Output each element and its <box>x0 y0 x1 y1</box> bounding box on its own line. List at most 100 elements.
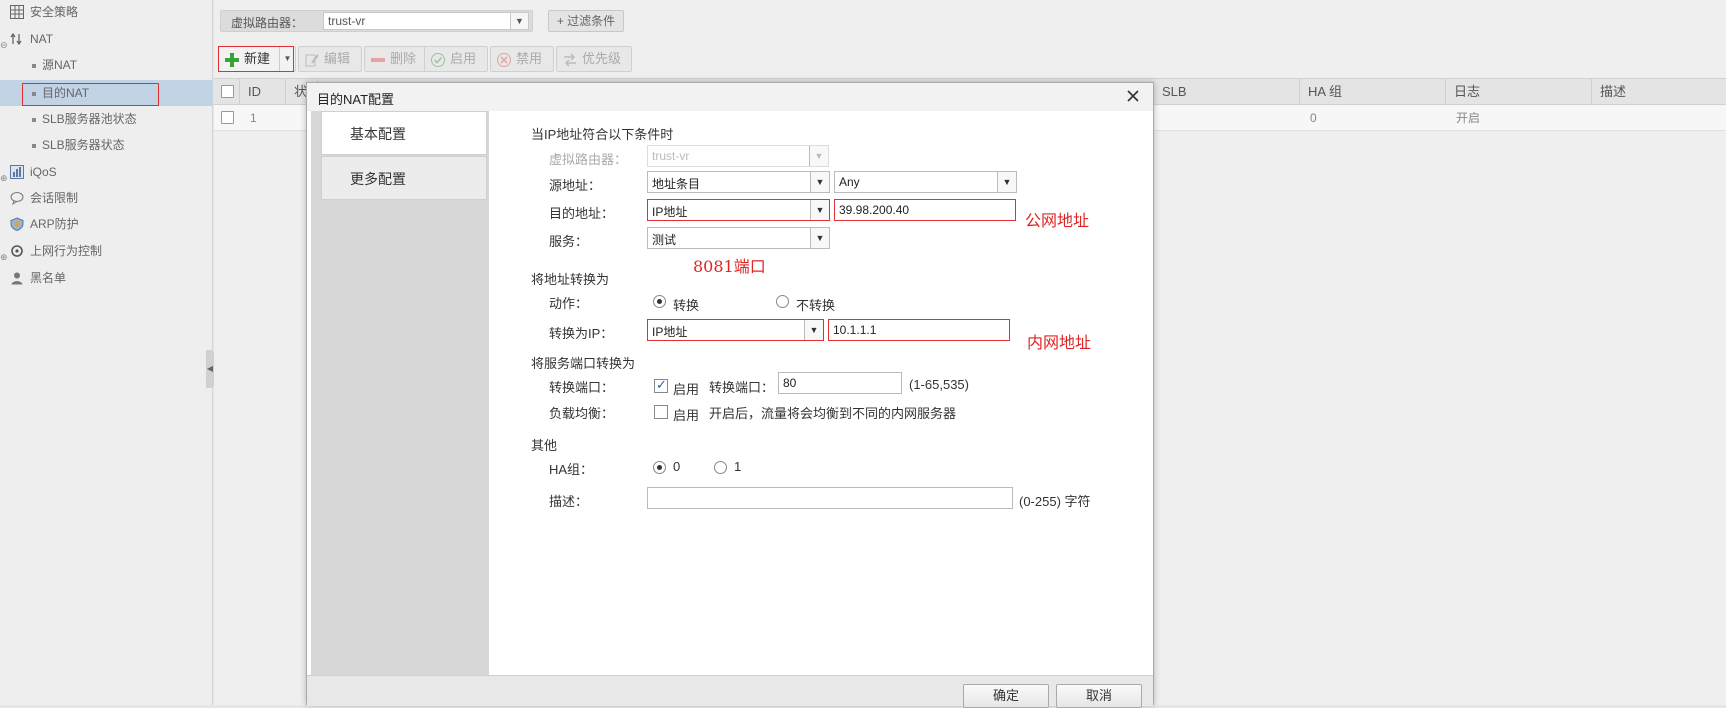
sidebar-item-label: 上网行为控制 <box>30 244 103 258</box>
select-all-cell <box>214 79 240 105</box>
sidebar: 安全策略 ⊖ NAT 源NAT 目的NAT SLB服务器池状态 SLB服务器状态… <box>0 0 213 705</box>
translate-ip-label: 转换为IP： <box>549 326 614 341</box>
column-header[interactable]: SLB <box>1154 79 1300 105</box>
sidebar-item-behavior-control[interactable]: ⊕ 上网行为控制 <box>0 239 213 263</box>
dest-address-input[interactable]: 39.98.200.40 <box>834 199 1016 221</box>
dnat-config-dialog: 目的NAT配置 基本配置 更多配置 当IP地址符合以下条件时 虚拟路由器： tr… <box>306 82 1154 708</box>
column-header[interactable]: ID <box>240 79 286 105</box>
dest-address-label: 目的地址： <box>549 206 615 221</box>
sidebar-item-blacklist[interactable]: 黑名单 <box>0 266 213 290</box>
ha-group-1-label: 1 <box>734 459 742 474</box>
chevron-down-icon[interactable]: ▼ <box>809 146 828 166</box>
sidebar-item-security-policy[interactable]: 安全策略 <box>0 0 213 24</box>
action-no-translate-radio[interactable] <box>776 295 789 308</box>
select-all-checkbox[interactable] <box>221 85 234 98</box>
sidebar-item-slb-server-status[interactable]: SLB服务器状态 <box>0 133 213 157</box>
filter-bar: 虚拟路由器： trust-vr ▼ + 过滤条件 <box>214 6 1726 36</box>
column-header[interactable]: HA 组 <box>1300 79 1446 105</box>
action-translate-radio[interactable] <box>653 295 666 308</box>
port-translate-label: 转换端口： <box>549 380 615 395</box>
close-icon[interactable] <box>1123 86 1143 106</box>
chevron-down-icon[interactable]: ▼ <box>810 228 829 248</box>
virtual-router-select[interactable]: trust-vr ▼ <box>323 12 529 30</box>
source-value: Any <box>839 175 860 189</box>
ok-button[interactable]: 确定 <box>963 684 1049 708</box>
row-log: 开启 <box>1456 111 1481 125</box>
chevron-down-icon[interactable]: ▼ <box>510 13 528 29</box>
sidebar-item-snat[interactable]: 源NAT <box>0 53 213 77</box>
sidebar-item-label: 会话限制 <box>30 191 79 205</box>
disable-button[interactable]: 禁用 <box>490 46 554 72</box>
action-label: 动作： <box>549 296 589 311</box>
enable-button[interactable]: 启用 <box>424 46 488 72</box>
tab-basic-config[interactable]: 基本配置 <box>321 111 487 155</box>
port-enable-checkbox[interactable] <box>654 377 668 393</box>
check-circle-icon <box>431 53 445 67</box>
source-type-select[interactable]: 地址条目 ▼ <box>647 171 830 193</box>
virtual-router-filter: 虚拟路由器： trust-vr ▼ <box>220 10 533 32</box>
collapse-handle[interactable]: ◀ <box>206 350 214 388</box>
dialog-tab-panel: 基本配置 更多配置 <box>311 111 489 675</box>
column-header[interactable]: 描述 <box>1592 79 1726 105</box>
lb-label: 负载均衡： <box>549 406 615 421</box>
toolbar: 新建 ▼ 编辑 删除 启用 禁用 优先级 <box>214 46 1726 72</box>
add-filter-button[interactable]: + 过滤条件 <box>548 10 624 32</box>
sidebar-item-label: NAT <box>30 32 54 46</box>
lb-enable-checkbox[interactable] <box>654 405 668 419</box>
row-id: 1 <box>250 111 257 125</box>
dialog-title: 目的NAT配置 <box>317 92 395 107</box>
sidebar-item-label: 黑名单 <box>30 271 67 285</box>
virtual-router-label: 虚拟路由器： <box>549 152 628 167</box>
ha-group-label: HA组： <box>549 462 594 477</box>
dialog-titlebar[interactable]: 目的NAT配置 <box>307 83 1153 111</box>
description-input[interactable] <box>647 487 1013 509</box>
port-enable-label: 启用 <box>673 382 700 397</box>
chevron-down-icon[interactable]: ▼ <box>804 320 823 340</box>
port-input[interactable]: 80 <box>778 372 902 394</box>
sidebar-item-label: SLB服务器状态 <box>42 138 125 152</box>
section-port-title: 将服务端口转换为 <box>531 356 636 371</box>
sidebar-item-slb-pool-status[interactable]: SLB服务器池状态 <box>0 107 213 131</box>
section-other-title: 其他 <box>531 438 558 453</box>
section-match-title: 当IP地址符合以下条件时 <box>531 127 674 142</box>
column-header[interactable]: 日志 <box>1446 79 1592 105</box>
sidebar-item-session-limit[interactable]: 会话限制 <box>0 186 213 210</box>
chevron-down-icon[interactable]: ▼ <box>997 172 1016 192</box>
service-select[interactable]: 测试 ▼ <box>647 227 830 249</box>
description-hint: (0-255) 字符 <box>1019 494 1091 509</box>
sidebar-item-nat[interactable]: ⊖ NAT <box>0 27 213 51</box>
section-translate-title: 将地址转换为 <box>531 272 610 287</box>
priority-label: 优先级 <box>582 51 622 66</box>
priority-icon <box>564 53 576 67</box>
tab-more-config[interactable]: 更多配置 <box>321 156 487 200</box>
sidebar-item-iqos[interactable]: ⊕ iQoS <box>0 160 213 184</box>
translate-ip-type-select[interactable]: IP地址 ▼ <box>647 319 824 341</box>
virtual-router-select[interactable]: trust-vr ▼ <box>647 145 829 167</box>
cancel-button[interactable]: 取消 <box>1056 684 1142 708</box>
source-address-label: 源地址： <box>549 178 602 193</box>
nat-icon <box>10 32 22 46</box>
annotation-port-8081: 8081端口 <box>693 257 766 276</box>
action-translate-label: 转换 <box>673 298 700 313</box>
row-checkbox[interactable] <box>221 111 234 124</box>
sidebar-item-label: SLB服务器池状态 <box>42 112 137 126</box>
virtual-router-value: trust-vr <box>652 149 690 163</box>
cancel-circle-icon <box>497 53 511 67</box>
priority-button[interactable]: 优先级 <box>556 46 632 72</box>
bullet-icon <box>32 118 36 122</box>
sidebar-item-arp-protection[interactable]: ARP防护 <box>0 212 213 236</box>
chevron-down-icon[interactable]: ▼ <box>810 200 829 220</box>
enable-label: 启用 <box>450 51 477 66</box>
edit-button[interactable]: 编辑 <box>298 46 362 72</box>
ha-group-0-radio[interactable] <box>653 461 666 474</box>
ha-group-1-radio[interactable] <box>714 461 727 474</box>
port-range-hint: (1-65,535) <box>909 377 969 392</box>
dest-type-select[interactable]: IP地址 ▼ <box>647 199 830 221</box>
virtual-router-label: 虚拟路由器： <box>231 16 304 30</box>
delete-button[interactable]: 删除 <box>364 46 428 72</box>
bullet-icon <box>32 144 36 148</box>
disable-label: 禁用 <box>516 51 543 66</box>
chevron-down-icon[interactable]: ▼ <box>810 172 829 192</box>
translate-ip-input[interactable]: 10.1.1.1 <box>828 319 1010 341</box>
source-value-select[interactable]: Any ▼ <box>834 171 1017 193</box>
